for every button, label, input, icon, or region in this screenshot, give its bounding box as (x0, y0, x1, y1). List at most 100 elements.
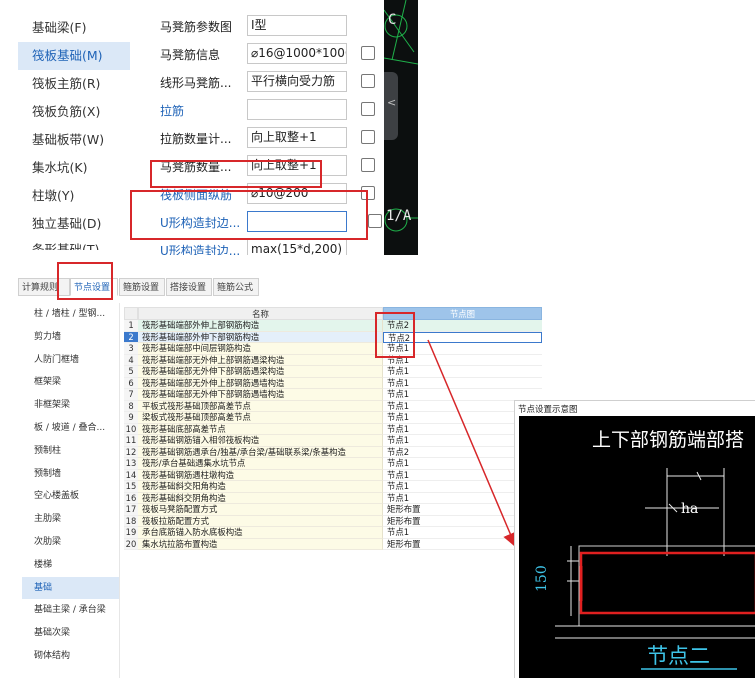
nav-item[interactable]: 基础次梁 (22, 622, 119, 645)
row-node-value[interactable]: 节点1 (383, 377, 542, 389)
property-checkbox[interactable] (361, 46, 375, 60)
row-name: 梁板式筏形基础顶部高差节点 (138, 412, 383, 424)
preview-title: 节点设置示意图 (518, 405, 578, 415)
nav-item[interactable]: 板 / 坡道 / 叠合... (22, 417, 119, 440)
nav-item[interactable]: 框架梁 (22, 371, 119, 394)
row-name: 筏形基础端部外伸下部钢筋构造 (138, 331, 383, 343)
nav-item[interactable]: 主肋梁 (22, 508, 119, 531)
property-value-field[interactable]: 平行横向受力筋 (247, 71, 347, 92)
property-value-field[interactable]: 向上取整+1 (247, 127, 347, 148)
row-node-value[interactable]: 节点1 (383, 366, 542, 378)
row-name: 筏形基础钢筋锚入相邻筏板构造 (138, 435, 383, 447)
nav-item[interactable]: 空心楼盖板 (22, 485, 119, 508)
category-item[interactable]: 基础梁(F) (18, 14, 130, 42)
table-row[interactable]: 4 筏形基础端部无外伸上部钢筋遇梁构造 节点1 (124, 354, 542, 366)
row-name: 平板式筏形基础顶部高差节点 (138, 400, 383, 412)
property-row: 线形马凳筋... 平行横向受力筋 (148, 68, 384, 96)
row-name: 筏板拉筋配置方式 (138, 515, 383, 527)
row-name: 筏形基础端部中间层钢筋构造 (138, 343, 383, 355)
table-row[interactable]: 10 筏形基础底部高差节点 节点1 (124, 423, 542, 435)
property-value-field[interactable]: ⌀16@1000*1000 (247, 43, 347, 64)
row-index: 5 (124, 366, 138, 378)
table-row[interactable]: 5 筏形基础端部无外伸下部钢筋遇梁构造 节点1 (124, 366, 542, 378)
component-type-list: 柱 / 墙柱 / 型钢... 剪力墙 人防门框墙 框架梁 非框架梁板 / 坡道 / 叠合… (22, 303, 120, 678)
nav-item[interactable]: 基础主梁 / 承台梁 (22, 599, 119, 622)
table-row[interactable]: 8 平板式筏形基础顶部高差节点 节点1 (124, 400, 542, 412)
header-name: 名称 (138, 307, 383, 320)
row-index: 8 (124, 400, 138, 412)
component-category-list: 基础梁(F) 筏板基础(M) 筏板主筋(R) 筏板负筋(X) 基础板带(W) 集水坑(K)… (18, 14, 130, 250)
table-row[interactable]: 13 筏形/承台基础遇集水坑节点 节点1 (124, 458, 542, 470)
row-index: 12 (124, 446, 138, 458)
property-checkbox[interactable] (368, 214, 382, 228)
row-name: 筏形基础斜交阴角构造 (138, 492, 383, 504)
nav-item[interactable]: 预制墙 (22, 463, 119, 486)
row-index: 9 (124, 412, 138, 424)
dim-ha-label: ha (681, 501, 698, 517)
category-item[interactable]: 筏板负筋(X) (18, 98, 130, 126)
table-row[interactable]: 18 筏板拉筋配置方式 矩形布置 (124, 515, 542, 527)
property-checkbox[interactable] (361, 74, 375, 88)
table-row[interactable]: 9 梁板式筏形基础顶部高差节点 节点1 (124, 412, 542, 424)
table-row[interactable]: 11 筏形基础钢筋锚入相邻筏板构造 节点1 (124, 435, 542, 447)
category-item[interactable]: 筏板基础(M) (18, 42, 130, 70)
property-checkbox[interactable] (361, 102, 375, 116)
row-index: 6 (124, 377, 138, 389)
calculation-settings-dialog: 计算规则 节点设置 箍筋设置 搭接设置 箍筋公式 柱 / 墙柱 / 型钢... 剪… (0, 260, 755, 678)
table-row[interactable]: 2 筏形基础端部外伸下部钢筋构造 节点2 (124, 331, 542, 343)
row-index: 11 (124, 435, 138, 447)
collapse-panel-handle[interactable]: < (384, 72, 398, 140)
property-checkbox[interactable] (361, 158, 375, 172)
category-item[interactable]: 独立基础(D) (18, 210, 130, 238)
property-name: 拉筋 (160, 104, 185, 118)
row-name: 筏形基础端部无外伸上部钢筋遇墙构造 (138, 377, 383, 389)
tab-lap-settings[interactable]: 搭接设置 (166, 278, 212, 296)
nav-item[interactable]: 次肋梁 (22, 531, 119, 554)
cad-viewport[interactable]: C < 1/A (384, 0, 418, 255)
property-checkbox[interactable] (361, 130, 375, 144)
table-row[interactable]: 16 筏形基础斜交阴角构造 节点1 (124, 492, 542, 504)
table-row[interactable]: 20 集水坑拉筋布置构造 矩形布置 (124, 538, 542, 550)
nav-item[interactable]: 基础 (22, 576, 119, 600)
table-row[interactable]: 6 筏形基础端部无外伸上部钢筋遇墙构造 节点1 (124, 377, 542, 389)
property-name: 拉筋数量计... (160, 132, 232, 146)
table-row[interactable]: 15 筏形基础斜交阳角构造 节点1 (124, 481, 542, 493)
nav-item[interactable]: 非框架梁 (22, 394, 119, 417)
category-item[interactable]: 筏板主筋(R) (18, 70, 130, 98)
tab-stirrup-settings[interactable]: 箍筋设置 (119, 278, 165, 296)
nav-item[interactable]: 人防门框墙 (22, 349, 119, 372)
property-value-field[interactable] (247, 99, 347, 120)
table-header: 名称 节点图 (124, 307, 542, 320)
chevron-left-icon: < (387, 96, 397, 109)
nav-item[interactable]: 剪力墙 (22, 326, 119, 349)
nav-item[interactable]: 柱 / 墙柱 / 型钢... (22, 303, 119, 326)
preview-heading: 上下部钢筋端部搭 (592, 429, 744, 451)
row-node-value[interactable]: 节点1 (383, 389, 542, 401)
row-index: 3 (124, 343, 138, 355)
table-row[interactable]: 12 筏形基础钢筋遇承台/独基/承台梁/基础联系梁/条基构造 节点2 (124, 446, 542, 458)
category-item[interactable]: 集水坑(K) (18, 154, 130, 182)
property-value-field[interactable]: Ⅰ型 (247, 15, 347, 36)
category-item[interactable]: 基础板带(W) (18, 126, 130, 154)
category-item[interactable]: 条形基础(T) (18, 238, 130, 250)
table-row[interactable]: 7 筏形基础端部无外伸下部钢筋遇墙构造 节点1 (124, 389, 542, 401)
tab-stirrup-formula[interactable]: 箍筋公式 (213, 278, 259, 296)
table-row[interactable]: 19 承台底筋锚入防水底板构造 节点1 (124, 527, 542, 539)
table-row[interactable]: 3 筏形基础端部中间层钢筋构造 节点1 (124, 343, 542, 355)
property-value-field[interactable]: max(15*d,200) (247, 239, 347, 255)
row-index: 17 (124, 504, 138, 516)
row-index: 19 (124, 527, 138, 539)
axis-label-1a: 1/A (386, 208, 412, 224)
element-property-panel: 基础梁(F) 筏板基础(M) 筏板主筋(R) 筏板负筋(X) 基础板带(W) 集水坑(K)… (0, 0, 755, 255)
dim-150-label: 150 (534, 565, 550, 592)
table-row[interactable]: 17 筏板马凳筋配置方式 矩形布置 (124, 504, 542, 516)
table-row[interactable]: 1 筏形基础端部外伸上部钢筋构造 节点2 (124, 320, 542, 332)
category-item[interactable]: 柱墩(Y) (18, 182, 130, 210)
row-name: 筏形基础斜交阳角构造 (138, 481, 383, 493)
row-name: 筏形基础端部无外伸下部钢筋遇梁构造 (138, 366, 383, 378)
property-row: 马凳筋信息 ⌀16@1000*1000 (148, 40, 384, 68)
nav-item[interactable]: 楼梯 (22, 554, 119, 577)
nav-item[interactable]: 砌体结构 (22, 645, 119, 668)
table-row[interactable]: 14 筏形基础钢筋遇柱墩构造 节点1 (124, 469, 542, 481)
nav-item[interactable]: 预制柱 (22, 440, 119, 463)
